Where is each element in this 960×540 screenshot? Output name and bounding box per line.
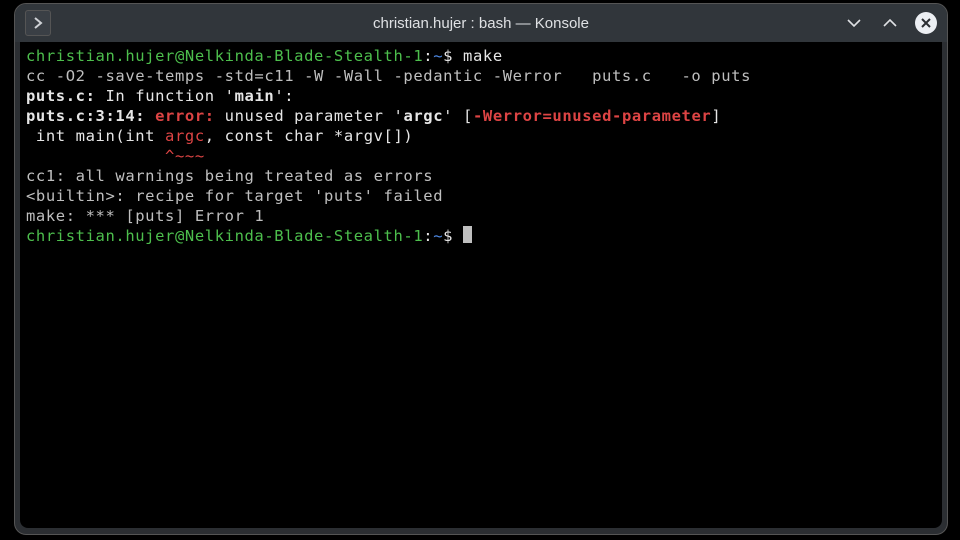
- diag-argc: argc: [403, 107, 443, 125]
- prompt-userhost: christian.hujer@Nelkinda-Blade-Stealth-1: [26, 47, 423, 65]
- chevron-down-icon: [846, 15, 862, 31]
- prompt-cwd: ~: [433, 47, 443, 65]
- prompt-sep: :: [423, 47, 433, 65]
- prompt2-dollar: $: [443, 227, 463, 245]
- src-pre: int main(int: [26, 127, 165, 145]
- prompt-dollar: $: [443, 47, 463, 65]
- diag-error-word: error:: [155, 107, 225, 125]
- make-error-line: make: *** [puts] Error 1: [26, 207, 264, 225]
- minimize-button[interactable]: [843, 12, 865, 34]
- diag-werror: -Werror=unused-parameter: [473, 107, 711, 125]
- cursor: [463, 226, 472, 243]
- maximize-button[interactable]: [879, 12, 901, 34]
- diag-close: ]: [711, 107, 721, 125]
- window-controls: [843, 12, 937, 34]
- src-post: , const char *argv[]): [205, 127, 414, 145]
- builtin-line: <builtin>: recipe for target 'puts' fail…: [26, 187, 443, 205]
- terminal-viewport[interactable]: christian.hujer@Nelkinda-Blade-Stealth-1…: [20, 42, 942, 528]
- chevron-right-icon: [33, 17, 43, 29]
- diag-infunc: In function ': [96, 87, 235, 105]
- cc-invocation: cc -O2 -save-temps -std=c11 -W -Wall -pe…: [26, 67, 751, 85]
- konsole-window: christian.hujer : bash — Konsole christi…: [14, 3, 948, 535]
- titlebar[interactable]: christian.hujer : bash — Konsole: [15, 4, 947, 42]
- caret-pad: [26, 147, 165, 165]
- caret-marker: ^~~~: [165, 147, 205, 165]
- diag-main: main: [235, 87, 275, 105]
- diag-file: puts.c:: [26, 87, 96, 105]
- cc1-line: cc1: all warnings being treated as error…: [26, 167, 433, 185]
- diag-msg1: unused parameter ': [225, 107, 404, 125]
- diag-loc: puts.c:3:14:: [26, 107, 155, 125]
- command-make: make: [463, 47, 503, 65]
- chevron-up-icon: [882, 15, 898, 31]
- diag-infunc-suf: ':: [274, 87, 294, 105]
- prompt2-sep: :: [423, 227, 433, 245]
- window-title: christian.hujer : bash — Konsole: [15, 15, 947, 32]
- src-argc: argc: [165, 127, 205, 145]
- close-button[interactable]: [915, 12, 937, 34]
- diag-msg2: ' [: [443, 107, 473, 125]
- prompt2-cwd: ~: [433, 227, 443, 245]
- close-icon: [920, 17, 932, 29]
- titlebar-left: [25, 10, 61, 36]
- menu-button[interactable]: [25, 10, 51, 36]
- prompt2-userhost: christian.hujer@Nelkinda-Blade-Stealth-1: [26, 227, 423, 245]
